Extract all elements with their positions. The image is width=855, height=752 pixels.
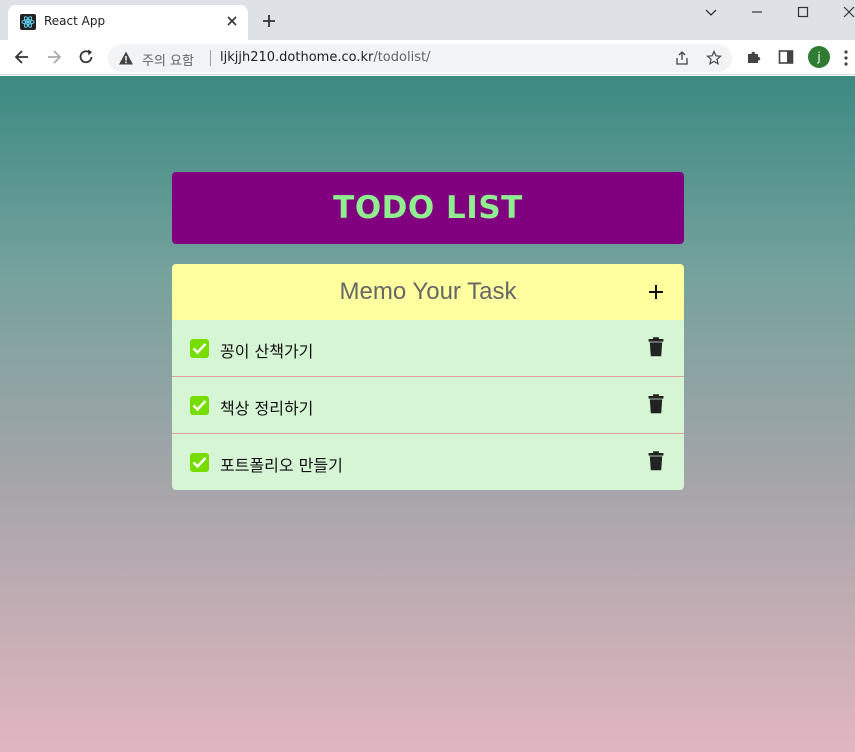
browser-toolbar: 주의 요함 ljkjjh210.dothome.co.kr/todolist/ … — [0, 40, 855, 75]
warning-triangle-icon[interactable] — [118, 50, 134, 66]
page-viewport: TODO LIST 꽁이 산책가기 책상 정리 — [0, 76, 855, 752]
todo-text: 포트폴리오 만들기 — [220, 456, 343, 475]
trash-icon[interactable] — [648, 451, 664, 471]
address-bar[interactable]: 주의 요함 ljkjjh210.dothome.co.kr/todolist/ — [108, 44, 732, 72]
bookmark-star-icon[interactable] — [706, 50, 722, 66]
task-input[interactable] — [172, 264, 684, 320]
url-text[interactable]: ljkjjh210.dothome.co.kr/todolist/ — [220, 50, 430, 65]
react-logo-icon — [20, 14, 36, 30]
browser-tab[interactable]: React App — [8, 5, 248, 40]
close-window-icon[interactable] — [826, 0, 855, 26]
todo-card: 꽁이 산책가기 책상 정리하기 포트폴리오 만들기 — [172, 264, 684, 490]
todo-item: 꽁이 산책가기 — [172, 320, 684, 376]
reload-icon[interactable] — [76, 47, 96, 67]
todo-item: 포트폴리오 만들기 — [172, 433, 684, 490]
tab-title: React App — [44, 14, 106, 28]
minimize-icon[interactable] — [734, 0, 780, 26]
browser-tabstrip: React App — [0, 0, 855, 40]
security-warning-label[interactable]: 주의 요함 — [142, 50, 194, 69]
maximize-icon[interactable] — [780, 0, 826, 26]
checkbox-checked-icon[interactable] — [190, 453, 209, 472]
tab-close-icon[interactable] — [224, 13, 240, 29]
task-input-row — [172, 264, 684, 320]
todo-text: 책상 정리하기 — [220, 399, 314, 418]
share-icon[interactable] — [674, 50, 690, 66]
page-title: TODO LIST — [333, 190, 523, 226]
new-tab-icon[interactable] — [260, 12, 278, 30]
side-panel-icon[interactable] — [777, 48, 795, 66]
back-arrow-icon[interactable] — [12, 47, 32, 67]
url-path: /todolist/ — [373, 50, 431, 65]
checkbox-checked-icon[interactable] — [190, 339, 209, 358]
todo-item: 책상 정리하기 — [172, 376, 684, 433]
todo-list: 꽁이 산책가기 책상 정리하기 포트폴리오 만들기 — [172, 320, 684, 490]
extensions-puzzle-icon[interactable] — [745, 48, 763, 66]
checkbox-checked-icon[interactable] — [190, 396, 209, 415]
profile-avatar[interactable]: j — [808, 46, 830, 68]
forward-arrow-icon[interactable] — [44, 47, 64, 67]
tab-search-chevron-icon[interactable] — [688, 0, 734, 26]
title-banner: TODO LIST — [172, 172, 684, 244]
trash-icon[interactable] — [648, 394, 664, 414]
url-host: ljkjjh210.dothome.co.kr — [220, 50, 374, 65]
browser-menu-icon[interactable] — [843, 49, 849, 67]
add-task-plus-icon[interactable] — [646, 282, 666, 302]
address-separator — [210, 50, 211, 66]
todo-text: 꽁이 산책가기 — [220, 342, 314, 361]
trash-icon[interactable] — [648, 337, 664, 357]
